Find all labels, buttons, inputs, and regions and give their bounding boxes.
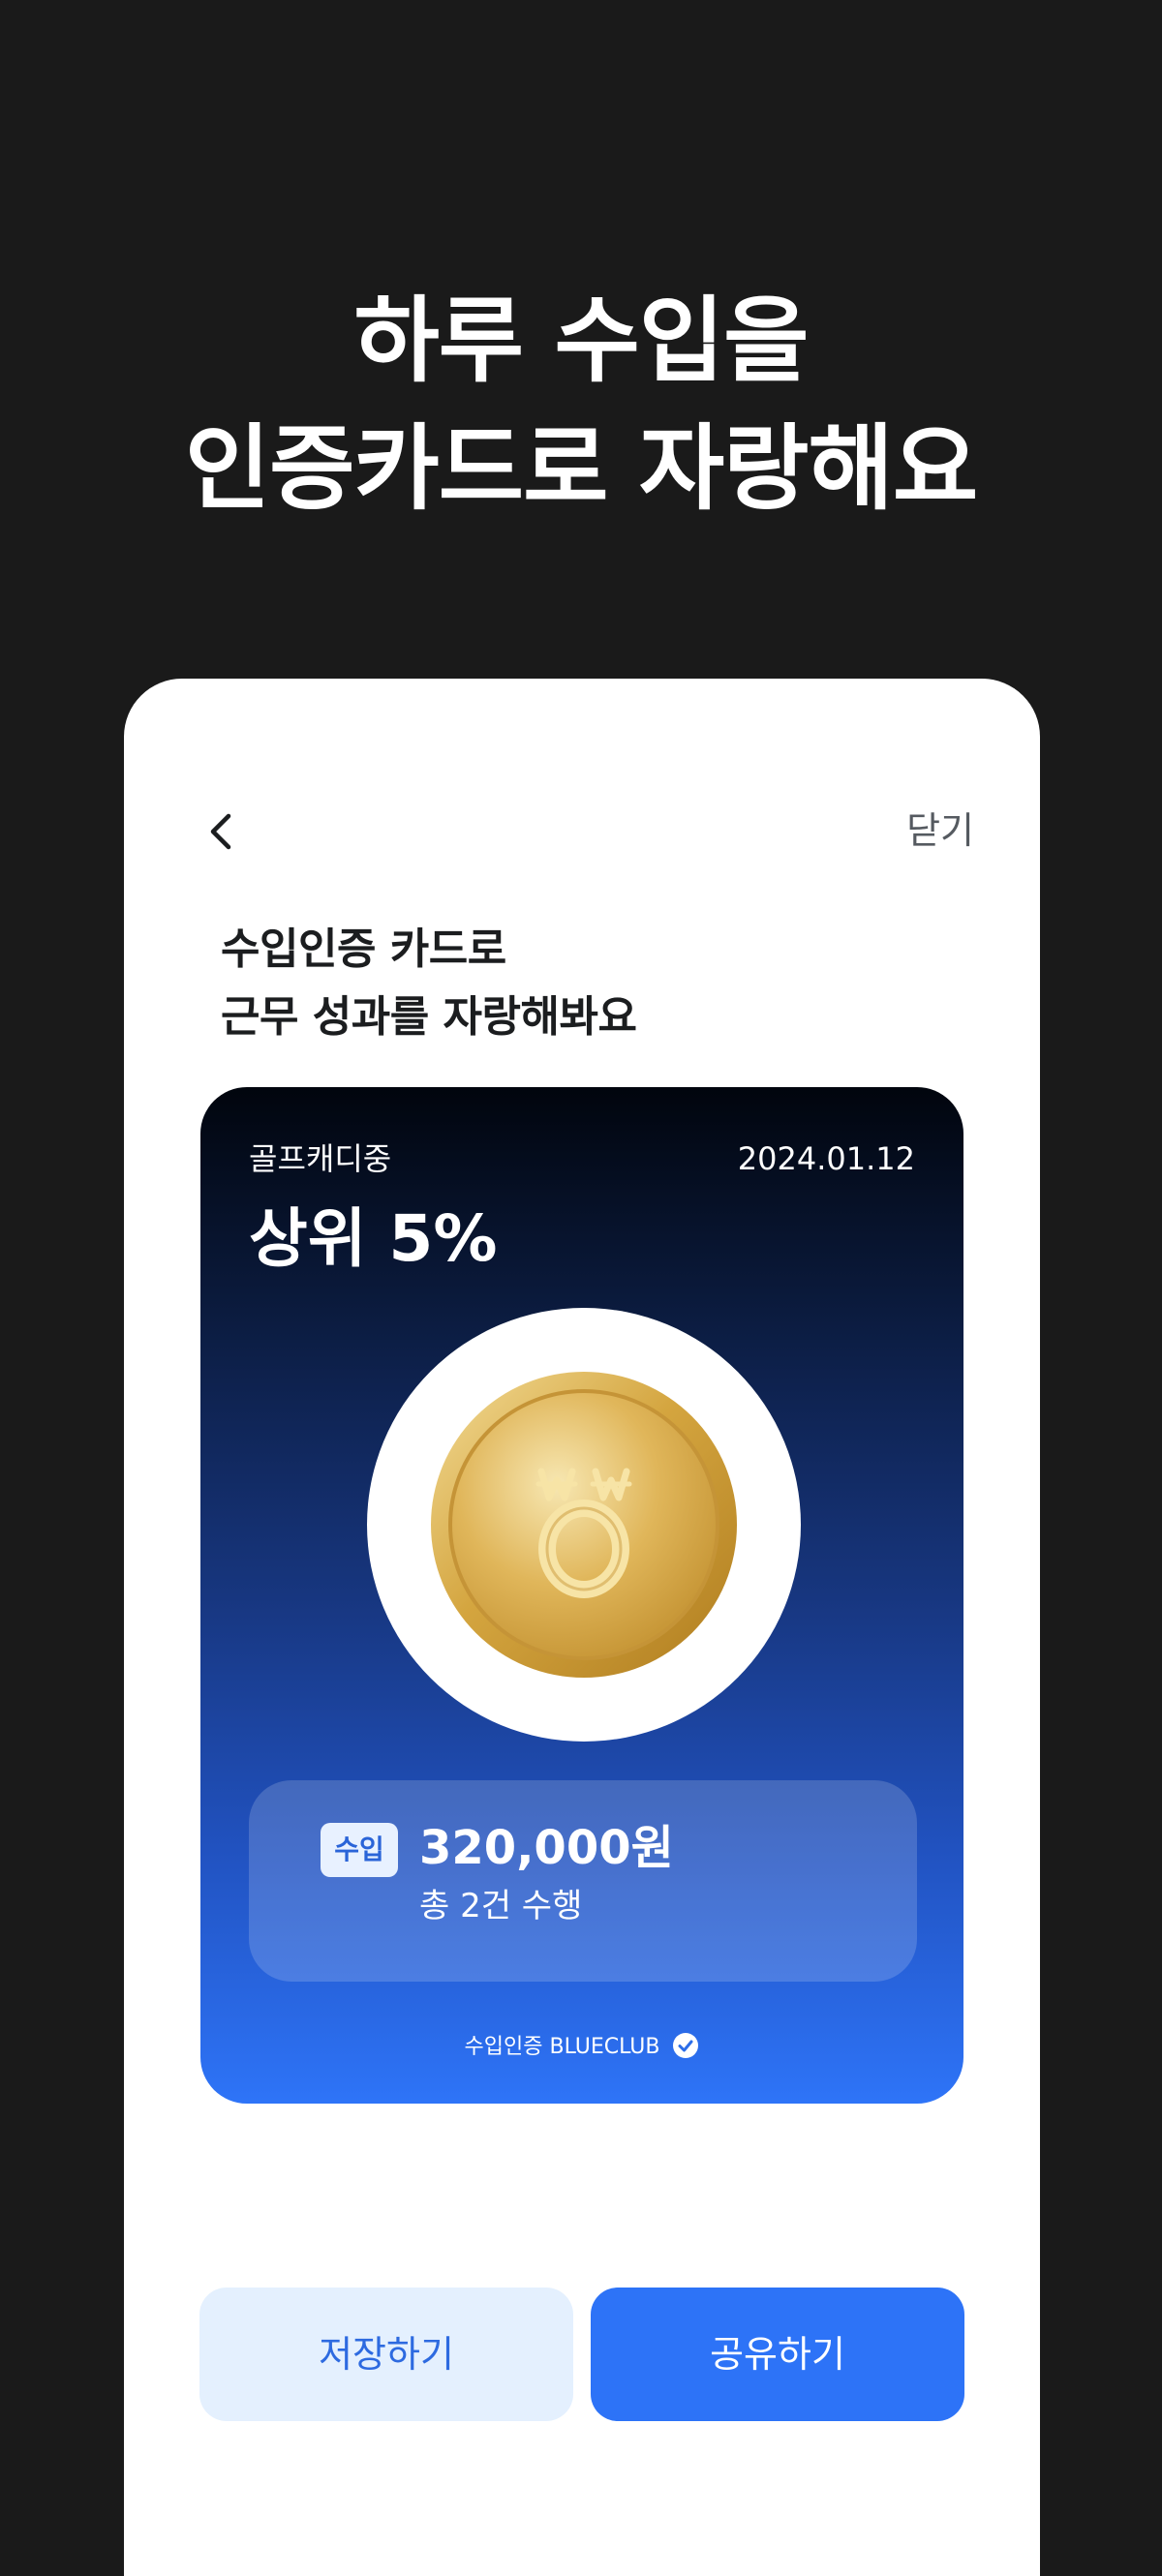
close-button[interactable]: 닫기: [906, 806, 974, 855]
page-title-line-1: 수입인증 카드로: [221, 924, 506, 974]
page-title-line-2: 근무 성과를 자랑해봐요: [221, 992, 637, 1042]
promo-headline: 하루 수입을 인증카드로 자랑해요: [0, 277, 1162, 532]
brand-label: 수입인증 BLUECLUB: [464, 2035, 660, 2059]
coin-badge: [367, 1308, 801, 1742]
promo-headline-line-1: 하루 수입을: [353, 287, 809, 395]
chevron-left-icon: [210, 813, 231, 850]
income-badge: 수입: [321, 1823, 398, 1877]
save-button[interactable]: 저장하기: [199, 2288, 573, 2421]
job-category-label: 골프캐디중: [249, 1140, 392, 1177]
certification-date: 2024.01.12: [737, 1140, 915, 1177]
page-title: 수입인증 카드로 근무 성과를 자랑해봐요: [221, 916, 637, 1051]
back-button[interactable]: [194, 803, 252, 861]
rank-percentile: 상위 5%: [249, 1201, 498, 1276]
task-count: 총 2건 수행: [419, 1887, 583, 1925]
income-certification-card: 골프캐디중 2024.01.12 상위 5% 수입 320,000원 총 2건 …: [200, 1087, 963, 2104]
income-summary-box: 수입 320,000원 총 2건 수행: [249, 1780, 917, 1982]
income-amount: 320,000원: [419, 1821, 674, 1875]
card-footer: 수입인증 BLUECLUB: [200, 2031, 963, 2064]
gold-won-coin-icon: [431, 1372, 737, 1678]
promo-headline-line-2: 인증카드로 자랑해요: [184, 414, 978, 523]
check-badge-icon: [673, 2033, 699, 2058]
phone-screen: 닫기 수입인증 카드로 근무 성과를 자랑해봐요 골프캐디중 2024.01.1…: [124, 679, 1040, 2576]
share-button[interactable]: 공유하기: [591, 2288, 964, 2421]
